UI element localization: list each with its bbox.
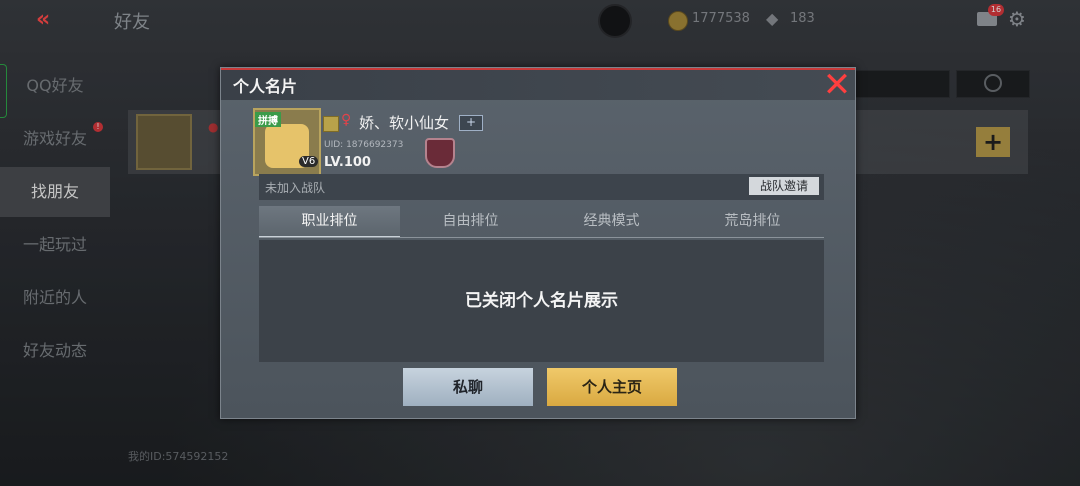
tab-classic-mode[interactable]: 经典模式 [541,206,682,236]
mode-tabs: 职业排位 自由排位 经典模式 荒岛排位 [259,206,824,238]
team-invite-button[interactable]: 战队邀请 [749,177,819,195]
team-row: 未加入战队 战队邀请 [259,174,824,200]
profile-home-button[interactable]: 个人主页 [547,368,677,406]
close-icon[interactable]: ✕ [821,68,853,102]
add-button[interactable]: + [459,115,483,131]
tab-divider [259,237,824,238]
tab-pro-rank[interactable]: 职业排位 [259,206,400,238]
player-level: LV.100 [324,155,371,170]
dialog-title: 个人名片 [233,77,298,96]
closed-message: 已关闭个人名片展示 [465,291,618,311]
player-name: 娇、软小仙女 [359,114,450,132]
avatar-tag: 拼搏 [255,112,281,127]
tab-free-rank[interactable]: 自由排位 [400,206,541,236]
tab-island-rank[interactable]: 荒岛排位 [682,206,823,236]
player-uid: UID: 1876692373 [324,140,404,150]
rank-emblem-icon [425,138,455,168]
rank-small-icon [323,116,339,132]
dialog-titlebar: 个人名片 [221,68,855,100]
female-icon: ♀ [341,112,352,128]
vip-badge: V6 [299,156,319,167]
team-status: 未加入战队 [265,181,326,195]
avatar[interactable]: 拼搏 V6 [253,108,321,176]
private-chat-button[interactable]: 私聊 [403,368,533,406]
profile-card-dialog: 个人名片 ✕ 拼搏 V6 ♀ 娇、软小仙女 + UID: 1876692373 … [220,67,856,419]
profile-content: 已关闭个人名片展示 [259,240,824,362]
